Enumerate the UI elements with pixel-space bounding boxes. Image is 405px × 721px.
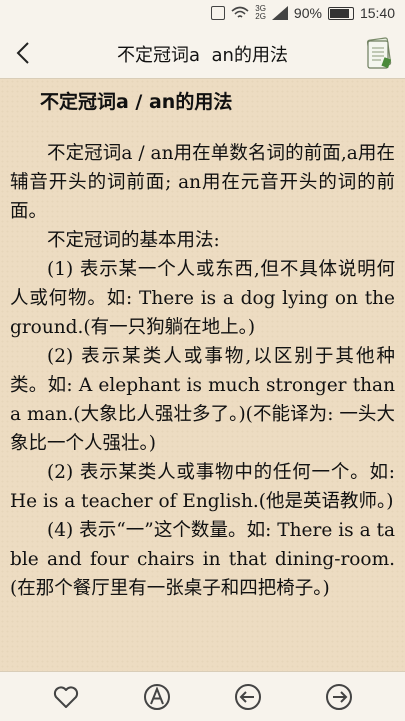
battery-icon — [327, 6, 354, 20]
arrow-left-circle-icon[interactable] — [234, 683, 262, 711]
app-header: 不定冠词a an的用法 — [0, 28, 405, 79]
arrow-right-circle-icon[interactable] — [325, 683, 353, 711]
article-paragraph: (2) 表示某类人或事物,以区别于其他种类。如: A elephant is m… — [10, 346, 395, 454]
wifi-icon — [231, 6, 249, 18]
article-paragraph: (4) 表示“一”这个数量。如: There is a table and fo… — [10, 520, 395, 599]
notebook-icon[interactable] — [363, 36, 395, 70]
bottom-toolbar — [0, 671, 405, 721]
chevron-left-icon[interactable] — [12, 40, 36, 66]
article-paragraph: (2) 表示某类人或事物中的任何一个。如: He is a teacher of… — [10, 462, 395, 512]
battery-fill — [329, 8, 349, 18]
page-title: 不定冠词a an的用法 — [117, 45, 288, 66]
article-paragraph: (1) 表示某一个人或东西,但不具体说明何人或何物。如: There is a … — [10, 259, 395, 338]
article-body: 不定冠词a / an用在单数名词的前面,a用在辅音开头的词前面; an用在元音开… — [10, 139, 395, 603]
article-paragraph: 不定冠词a / an用在单数名词的前面,a用在辅音开头的词前面; an用在元音开… — [10, 143, 395, 222]
status-bar: 3G 2G 90% 15:40 — [0, 0, 405, 28]
article-paragraph: 不定冠词的基本用法: — [47, 230, 220, 251]
heart-icon[interactable] — [52, 683, 80, 711]
network-bottom-label: 2G — [255, 12, 266, 21]
font-a-icon[interactable] — [143, 683, 171, 711]
network-type-label: 3G 2G — [255, 5, 266, 21]
status-icons: 3G 2G 90% 15:40 — [211, 5, 395, 21]
battery-percent: 90% — [293, 5, 322, 21]
clock: 15:40 — [359, 5, 395, 21]
signal-icon — [271, 6, 288, 20]
article-content[interactable]: 不定冠词a / an的用法 不定冠词a / an用在单数名词的前面,a用在辅音开… — [0, 79, 405, 671]
vibrate-icon — [211, 6, 226, 20]
article-title: 不定冠词a / an的用法 — [40, 91, 233, 113]
